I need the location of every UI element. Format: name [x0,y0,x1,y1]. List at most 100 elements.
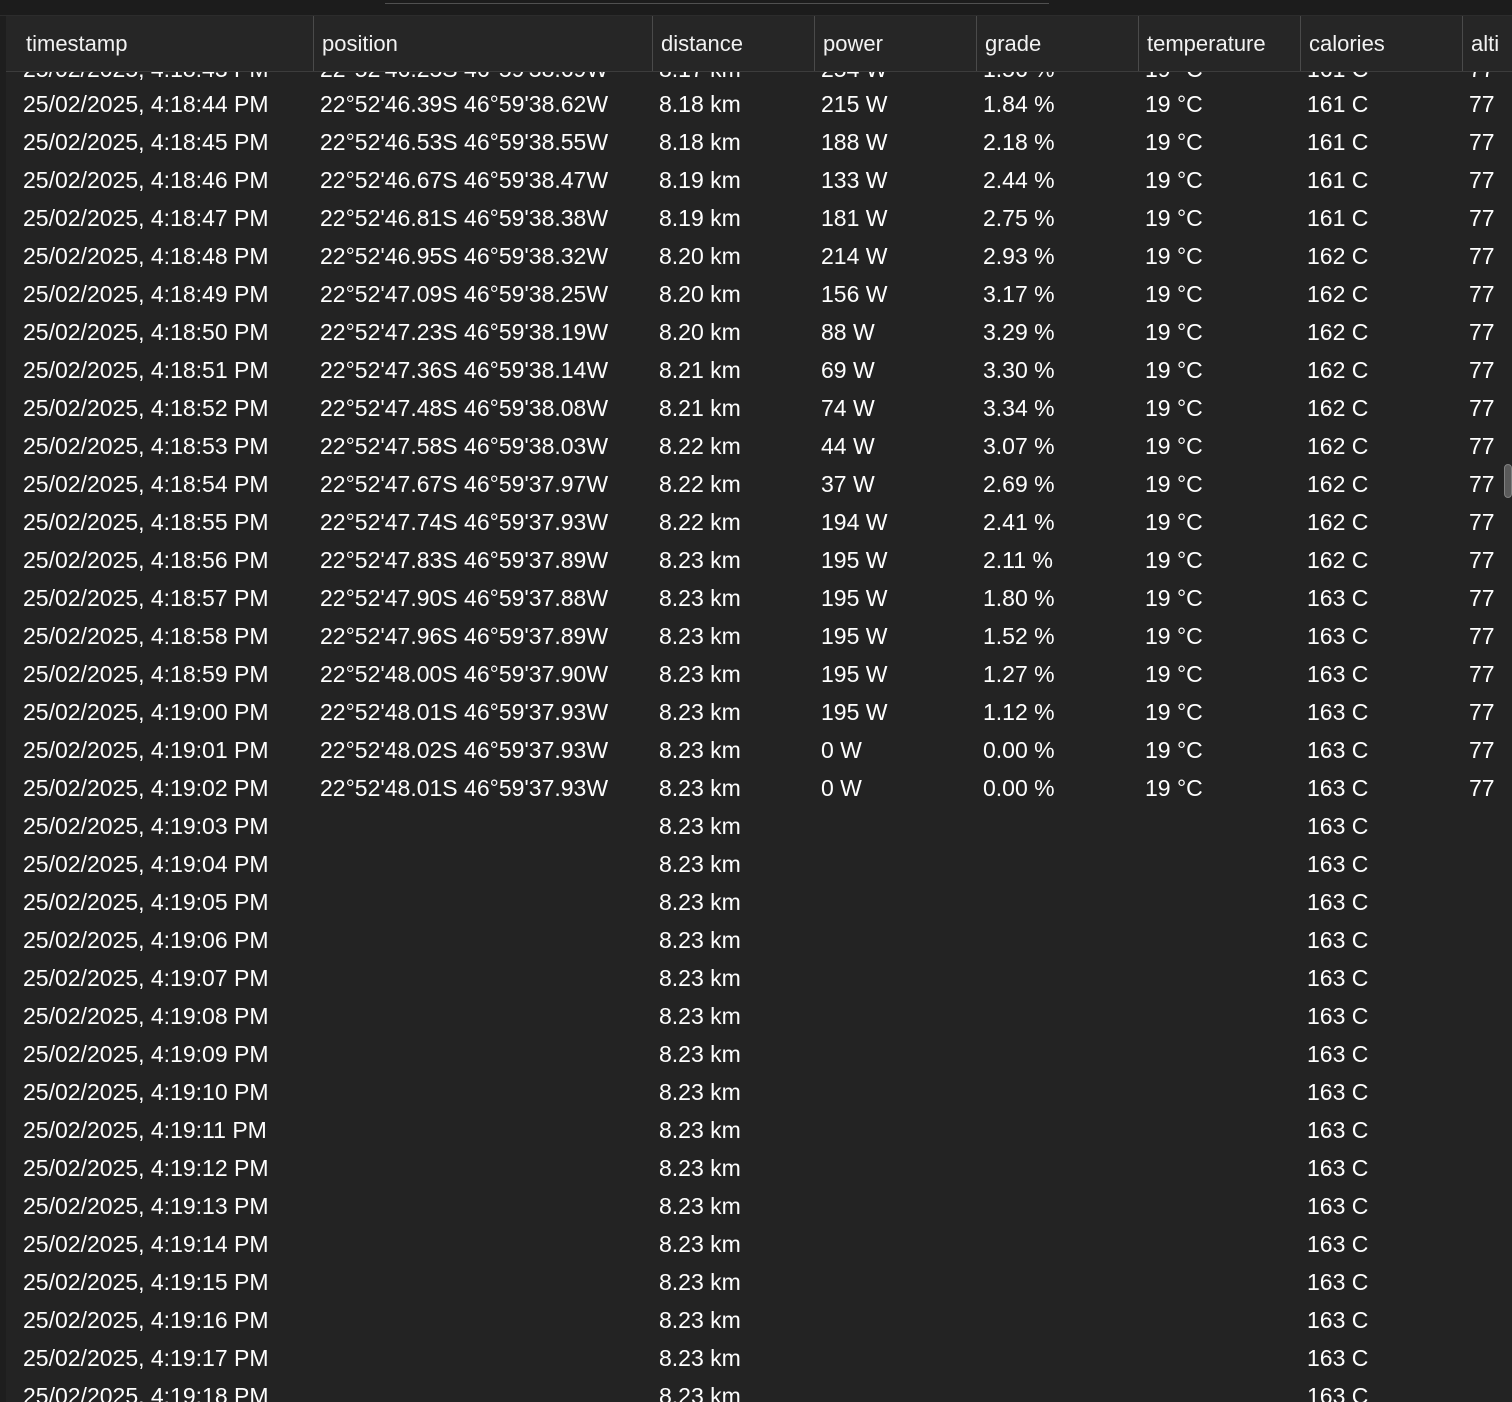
cell-power: 74 W [821,395,875,421]
column-header-timestamp[interactable]: timestamp [0,16,313,71]
table-row[interactable]: 25/02/2025, 4:19:05 PM 8.23 km 163 C [0,883,1512,921]
cell-grade: 2.69 % [983,471,1055,497]
table-row[interactable]: 25/02/2025, 4:18:58 PM 22°52'47.96S 46°59… [0,617,1512,655]
cell-distance: 8.23 km [659,1269,741,1295]
table-row[interactable]: 25/02/2025, 4:19:01 PM 22°52'48.02S 46°59… [0,731,1512,769]
cell-temperature: 19 °C [1145,91,1203,117]
cell-calories: 161 C [1307,205,1369,231]
cell-distance: 8.23 km [659,1003,741,1029]
table-row[interactable]: 25/02/2025, 4:19:04 PM 8.23 km 163 C [0,845,1512,883]
cell-temperature [1145,1187,1295,1225]
table-row[interactable]: 25/02/2025, 4:18:50 PM 22°52'47.23S 46°59… [0,313,1512,351]
cell-calories: 161 C [1307,91,1369,117]
table-row[interactable]: 25/02/2025, 4:19:02 PM 22°52'48.01S 46°59… [0,769,1512,807]
cell-position [320,1149,652,1187]
cell-temperature: 19 °C [1145,585,1203,611]
table-row[interactable]: 25/02/2025, 4:18:45 PM 22°52'46.53S 46°59… [0,123,1512,161]
cell-power: 156 W [821,281,888,307]
table-row[interactable]: 25/02/2025, 4:18:52 PM 22°52'47.48S 46°59… [0,389,1512,427]
cell-timestamp: 25/02/2025, 4:19:15 PM [23,1269,269,1295]
column-header-temperature[interactable]: temperature [1138,16,1300,71]
table-row[interactable]: 25/02/2025, 4:18:55 PM 22°52'47.74S 46°59… [0,503,1512,541]
scrollbar-thumb[interactable] [1504,464,1512,498]
cell-distance: 8.23 km [659,1345,741,1371]
cell-calories: 162 C [1307,509,1369,535]
cell-altitude: 77 [1469,775,1495,801]
data-table[interactable]: 25/02/2025, 4:18:43 PM 22°52'46.25S 46°5… [0,72,1512,1402]
cell-altitude [1469,1187,1512,1225]
cell-timestamp: 25/02/2025, 4:18:54 PM [23,471,269,497]
table-row[interactable]: 25/02/2025, 4:19:18 PM 8.23 km 163 C [0,1377,1512,1402]
table-row[interactable]: 25/02/2025, 4:19:12 PM 8.23 km 163 C [0,1149,1512,1187]
cell-calories: 163 C [1307,623,1369,649]
cell-distance: 8.21 km [659,395,741,421]
cell-timestamp: 25/02/2025, 4:18:46 PM [23,167,269,193]
column-header-position[interactable]: position [313,16,652,71]
table-row[interactable]: 25/02/2025, 4:18:51 PM 22°52'47.36S 46°59… [0,351,1512,389]
cell-position [320,921,652,959]
column-header-altitude[interactable]: alti [1462,16,1512,71]
cell-position: 22°52'48.01S 46°59'37.93W [320,699,609,725]
table-row[interactable]: 25/02/2025, 4:19:06 PM 8.23 km 163 C [0,921,1512,959]
table-row[interactable]: 25/02/2025, 4:19:10 PM 8.23 km 163 C [0,1073,1512,1111]
cell-timestamp: 25/02/2025, 4:19:02 PM [23,775,269,801]
table-row[interactable]: 25/02/2025, 4:19:03 PM 8.23 km 163 C [0,807,1512,845]
table-row[interactable]: 25/02/2025, 4:18:57 PM 22°52'47.90S 46°59… [0,579,1512,617]
column-header-distance[interactable]: distance [652,16,814,71]
cell-calories: 161 C [1307,167,1369,193]
cell-timestamp: 25/02/2025, 4:18:59 PM [23,661,269,687]
cell-distance: 8.20 km [659,319,741,345]
table-row[interactable]: 25/02/2025, 4:18:47 PM 22°52'46.81S 46°59… [0,199,1512,237]
cell-calories: 162 C [1307,243,1369,269]
cell-timestamp: 25/02/2025, 4:18:50 PM [23,319,269,345]
cell-altitude [1469,997,1512,1035]
column-header-grade[interactable]: grade [976,16,1138,71]
cell-timestamp: 25/02/2025, 4:19:08 PM [23,1003,269,1029]
table-row[interactable]: 25/02/2025, 4:19:07 PM 8.23 km 163 C [0,959,1512,997]
cell-temperature: 19 °C [1145,205,1203,231]
table-row[interactable]: 25/02/2025, 4:18:46 PM 22°52'46.67S 46°59… [0,161,1512,199]
cell-altitude: 77 [1469,281,1495,307]
column-header-power[interactable]: power [814,16,976,71]
cell-timestamp: 25/02/2025, 4:19:07 PM [23,965,269,991]
table-row[interactable]: 25/02/2025, 4:18:54 PM 22°52'47.67S 46°59… [0,465,1512,503]
column-header-calories[interactable]: calories [1300,16,1462,71]
cell-power: 0 W [821,737,862,763]
cell-power [821,883,971,921]
cell-calories: 163 C [1307,1231,1369,1257]
cell-grade: 2.41 % [983,509,1055,535]
table-row[interactable]: 25/02/2025, 4:19:17 PM 8.23 km 163 C [0,1339,1512,1377]
table-row[interactable]: 25/02/2025, 4:18:49 PM 22°52'47.09S 46°59… [0,275,1512,313]
cell-timestamp: 25/02/2025, 4:19:16 PM [23,1307,269,1333]
cell-timestamp: 25/02/2025, 4:19:14 PM [23,1231,269,1257]
cell-distance: 8.18 km [659,129,741,155]
table-row[interactable]: 25/02/2025, 4:18:48 PM 22°52'46.95S 46°59… [0,237,1512,275]
table-row[interactable]: 25/02/2025, 4:19:11 PM 8.23 km 163 C [0,1111,1512,1149]
cell-temperature [1145,1111,1295,1149]
cell-timestamp: 25/02/2025, 4:19:04 PM [23,851,269,877]
table-row[interactable]: 25/02/2025, 4:19:16 PM 8.23 km 163 C [0,1301,1512,1339]
cell-power: 215 W [821,91,888,117]
cell-calories: 162 C [1307,281,1369,307]
table-row[interactable]: 25/02/2025, 4:18:53 PM 22°52'47.58S 46°59… [0,427,1512,465]
cell-power: 195 W [821,547,888,573]
cell-grade: 1.27 % [983,661,1055,687]
table-row[interactable]: 25/02/2025, 4:19:14 PM 8.23 km 163 C [0,1225,1512,1263]
cell-distance: 8.23 km [659,1079,741,1105]
cell-grade: 2.93 % [983,243,1055,269]
table-row[interactable]: 25/02/2025, 4:19:08 PM 8.23 km 163 C [0,997,1512,1035]
cell-altitude: 77 [1469,737,1495,763]
cell-temperature [1145,1339,1295,1377]
cell-temperature [1145,845,1295,883]
table-row[interactable]: 25/02/2025, 4:19:15 PM 8.23 km 163 C [0,1263,1512,1301]
table-row[interactable]: 25/02/2025, 4:19:13 PM 8.23 km 163 C [0,1187,1512,1225]
cell-temperature [1145,1263,1295,1301]
cell-calories: 163 C [1307,1345,1369,1371]
cell-timestamp: 25/02/2025, 4:19:09 PM [23,1041,269,1067]
table-row[interactable]: 25/02/2025, 4:18:59 PM 22°52'48.00S 46°59… [0,655,1512,693]
table-row[interactable]: 25/02/2025, 4:19:00 PM 22°52'48.01S 46°59… [0,693,1512,731]
cell-calories: 163 C [1307,1307,1369,1333]
table-row[interactable]: 25/02/2025, 4:18:44 PM 22°52'46.39S 46°59… [0,85,1512,123]
table-row[interactable]: 25/02/2025, 4:18:56 PM 22°52'47.83S 46°59… [0,541,1512,579]
table-row[interactable]: 25/02/2025, 4:19:09 PM 8.23 km 163 C [0,1035,1512,1073]
